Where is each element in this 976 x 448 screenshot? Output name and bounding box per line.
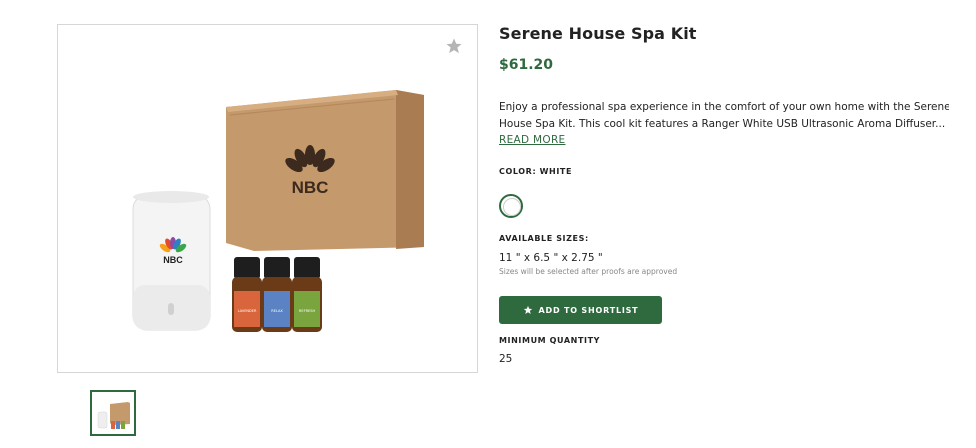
add-to-shortlist-label: ADD TO SHORTLIST [538, 305, 639, 315]
description-line: Enjoy a professional spa experience in t… [499, 101, 949, 113]
size-value: 11 " x 6.5 " x 2.75 " [499, 252, 603, 264]
available-sizes-label: AVAILABLE SIZES: [499, 234, 589, 243]
star-icon[interactable] [445, 37, 463, 55]
read-more-link[interactable]: READ MORE [499, 134, 566, 146]
bottle-orange-label: LAVENDER [238, 309, 257, 313]
minimum-quantity-label: MINIMUM QUANTITY [499, 336, 601, 345]
minimum-quantity-value: 25 [499, 353, 513, 365]
cardboard-box: NBC [226, 90, 424, 251]
size-note: Sizes will be selected after proofs are … [499, 267, 678, 276]
product-photo: NBC NBC LAVENDER RELAX REFRESH [132, 90, 424, 332]
bottle-orange: LAVENDER [232, 257, 262, 332]
aroma-diffuser: NBC [132, 191, 211, 331]
main-product-image[interactable]: NBC NBC LAVENDER RELAX REFRESH [57, 24, 478, 373]
thumbnail-image [97, 402, 130, 429]
box-logo-text: NBC [292, 178, 329, 197]
product-thumbnail[interactable] [90, 390, 136, 436]
star-icon [523, 305, 532, 314]
product-price: $61.20 [499, 57, 554, 73]
diffuser-logo-text: NBC [163, 255, 183, 265]
description-line: House Spa Kit. This cool kit features a … [499, 118, 946, 130]
add-to-shortlist-button[interactable]: ADD TO SHORTLIST [499, 296, 662, 324]
bottle-green: REFRESH [292, 257, 322, 332]
color-label: COLOR: WHITE [499, 167, 573, 176]
bottle-blue-label: RELAX [271, 309, 283, 313]
bottle-blue: RELAX [262, 257, 292, 332]
color-swatch-white[interactable] [499, 194, 523, 218]
product-description: Enjoy a professional spa experience in t… [499, 99, 949, 133]
bottle-green-label: REFRESH [299, 309, 316, 313]
product-title: Serene House Spa Kit [499, 24, 697, 43]
oil-bottles: LAVENDER RELAX REFRESH [232, 257, 322, 332]
